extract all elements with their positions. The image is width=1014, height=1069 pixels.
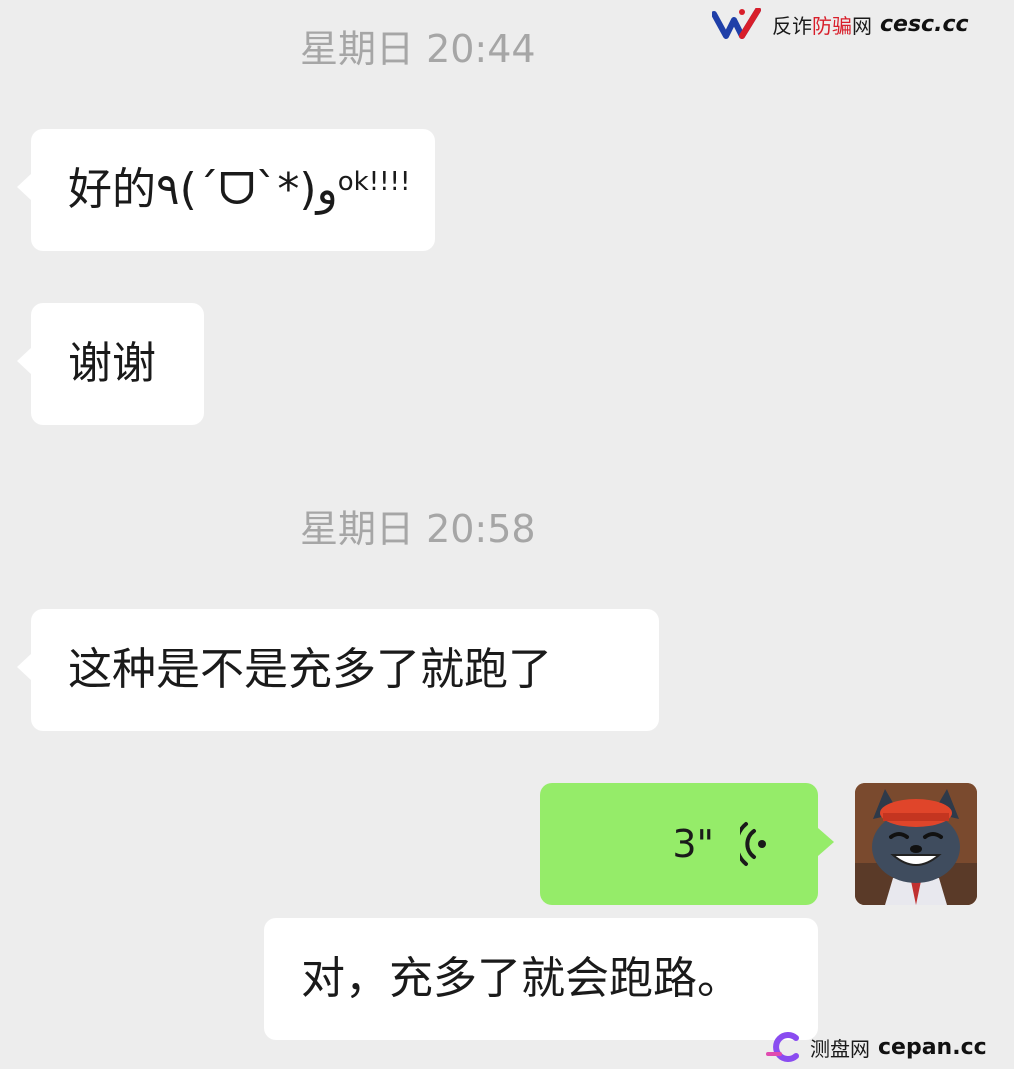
watermark-bottom-url: cepan.cc [878,1034,987,1060]
cepan-logo-icon [766,1032,799,1062]
message-text: 这种是不是充多了就跑了 [68,643,552,695]
voice-message[interactable]: 3" [540,783,818,905]
voice-duration: 3" [672,822,714,866]
watermark-bottom-brand: 测盘网 [810,1036,870,1061]
timestamp-1: 星期日 20:44 [300,27,536,71]
watermark-bottom: 测盘网 cepan.cc [766,1030,1006,1064]
timestamp-2: 星期日 20:58 [300,507,536,551]
message-bubble-3[interactable]: 这种是不是充多了就跑了 [17,609,659,731]
message-bubble-2[interactable]: 谢谢 [17,303,204,425]
watermark-brand: 反诈防骗网 [772,13,872,38]
message-text: 好的٩(ˊᗜˋ*)وok!!!! [68,163,411,215]
user-avatar[interactable] [855,783,977,905]
watermark-url: cesc.cc [880,11,969,37]
watermark-top: 反诈防骗网 cesc.cc [712,6,1008,42]
message-text: 谢谢 [68,337,156,389]
voice-bubble-tail [818,828,834,856]
voice-wave-icon [740,822,766,866]
anti-fraud-logo-icon [712,8,761,39]
message-text: 对，充多了就会跑路。 [301,952,741,1004]
cartoon-wolf-avatar-icon [855,783,977,905]
message-bubble-5[interactable]: 对，充多了就会跑路。 [264,918,818,1040]
message-bubble-1[interactable]: 好的٩(ˊᗜˋ*)وok!!!! [17,129,435,251]
